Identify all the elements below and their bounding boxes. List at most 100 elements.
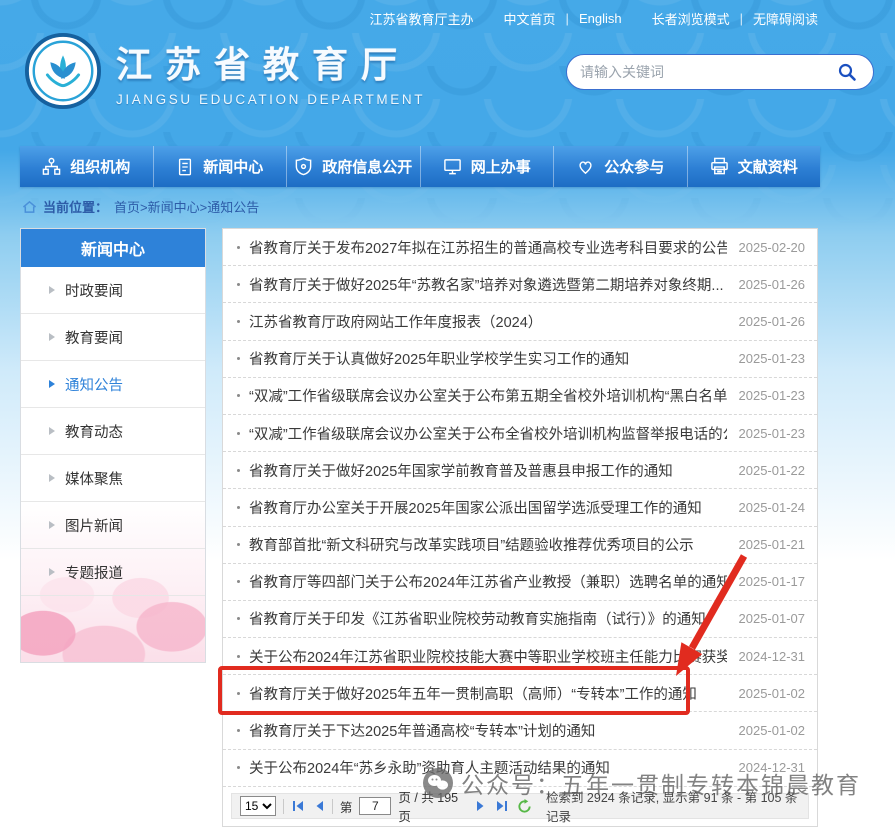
notice-title[interactable]: “双减”工作省级联席会议办公室关于公布第五期全省校外培训机构“黑白名单... xyxy=(249,385,727,406)
accessibility-link[interactable]: 无障碍阅读 xyxy=(753,9,818,28)
list-item[interactable]: 省教育厅关于下达2025年普通高校“专转本”计划的通知 2025-01-02 xyxy=(223,712,817,749)
notice-title[interactable]: 省教育厅关于印发《江苏省职业院校劳动教育实施指南（试行）》的通知 xyxy=(249,608,706,629)
bullet-icon xyxy=(237,729,240,732)
first-page-button[interactable] xyxy=(291,800,306,812)
list-item[interactable]: “双减”工作省级联席会议办公室关于公布全省校外培训机构监督举报电话的公... 2… xyxy=(223,415,817,452)
notice-title[interactable]: 关于公布2024年江苏省职业院校技能大赛中等职业学校班主任能力比赛获奖 xyxy=(249,646,727,667)
list-item[interactable]: 江苏省教育厅政府网站工作年度报表（2024） 2025-01-26 xyxy=(223,303,817,340)
list-item[interactable]: 省教育厅关于认真做好2025年职业学校学生实习工作的通知 2025-01-23 xyxy=(223,341,817,378)
info-disclosure-icon xyxy=(294,157,313,176)
list-item[interactable]: 省教育厅关于发布2027年拟在江苏招生的普通高校专业选考科目要求的公告 2025… xyxy=(223,229,817,266)
bullet-icon xyxy=(237,617,240,620)
site-logo-block: 江苏省教育厅 JIANGSU EDUCATION DEPARTMENT xyxy=(24,32,425,110)
list-item[interactable]: 关于公布2024年“苏乡永助”资助育人主题活动结果的通知 2024-12-31 xyxy=(223,750,817,787)
notice-title[interactable]: 省教育厅关于发布2027年拟在江苏招生的普通高校专业选考科目要求的公告 xyxy=(249,237,727,258)
bullet-icon xyxy=(237,357,240,360)
sidebar-item-label: 时政要闻 xyxy=(65,280,123,301)
page-size-select[interactable]: 15 xyxy=(240,796,276,816)
nav-label: 网上办事 xyxy=(471,156,531,177)
result-summary: 检索到 2924 条记录, 显示第 91 条 - 第 105 条记录 xyxy=(546,787,800,825)
last-page-button[interactable] xyxy=(494,800,509,812)
notice-title[interactable]: 关于公布2024年“苏乡永助”资助育人主题活动结果的通知 xyxy=(249,757,610,778)
list-item[interactable]: 省教育厅办公室关于开展2025年国家公派出国留学选派受理工作的通知 2025-0… xyxy=(223,489,817,526)
archive-printer-icon xyxy=(710,157,729,176)
sidebar-item[interactable]: 通知公告 xyxy=(21,361,205,408)
next-page-button[interactable] xyxy=(475,800,487,812)
list-item[interactable]: 省教育厅关于印发《江苏省职业院校劳动教育实施指南（试行）》的通知 2025-01… xyxy=(223,601,817,638)
page-number-input[interactable] xyxy=(359,797,391,815)
home-icon xyxy=(22,200,37,214)
notice-title[interactable]: 省教育厅关于做好2025年“苏教名家”培养对象遴选暨第二期培养对象终期... xyxy=(249,274,724,295)
chinese-home-link[interactable]: 中文首页 xyxy=(504,9,556,28)
nav-item-online-services[interactable]: 网上办事 xyxy=(421,146,555,187)
list-item[interactable]: 关于公布2024年江苏省职业院校技能大赛中等职业学校班主任能力比赛获奖 2024… xyxy=(223,638,817,675)
heart-icon xyxy=(576,157,595,176)
bullet-icon xyxy=(237,543,240,546)
elder-mode-link[interactable]: 长者浏览模式 xyxy=(652,9,730,28)
bullet-icon xyxy=(237,506,240,509)
notice-title[interactable]: 省教育厅关于做好2025年国家学前教育普及普惠县申报工作的通知 xyxy=(249,460,673,481)
search-button[interactable] xyxy=(834,59,860,85)
sidebar-item[interactable]: 媒体聚焦 xyxy=(21,455,205,502)
sidebar-item[interactable]: 教育动态 xyxy=(21,408,205,455)
first-page-icon xyxy=(292,800,305,812)
page-prefix-label: 第 xyxy=(340,797,353,816)
sidebar-news-center: 新闻中心 时政要闻 教育要闻 通知公告 xyxy=(20,228,206,663)
notice-title[interactable]: 省教育厅关于做好2025年五年一贯制高职（高师）“专转本”工作的通知 xyxy=(249,683,697,704)
list-item[interactable]: “双减”工作省级联席会议办公室关于公布第五期全省校外培训机构“黑白名单... 2… xyxy=(223,378,817,415)
triangle-bullet-icon xyxy=(49,286,55,294)
nav-label: 文献资料 xyxy=(738,156,798,177)
list-item[interactable]: 省教育厅关于做好2025年五年一贯制高职（高师）“专转本”工作的通知 2025-… xyxy=(223,675,817,712)
notice-title[interactable]: 省教育厅关于认真做好2025年职业学校学生实习工作的通知 xyxy=(249,348,629,369)
search-input[interactable] xyxy=(580,64,834,80)
bullet-icon xyxy=(237,655,240,658)
breadcrumb-path[interactable]: 首页>新闻中心>通知公告 xyxy=(114,197,259,216)
nav-label: 公众参与 xyxy=(604,156,664,177)
sidebar-item[interactable]: 时政要闻 xyxy=(21,267,205,314)
list-item[interactable]: 教育部首批“新文科研究与改革实践项目”结题验收推荐优秀项目的公示 2025-01… xyxy=(223,527,817,564)
list-item[interactable]: 省教育厅关于做好2025年“苏教名家”培养对象遴选暨第二期培养对象终期... 2… xyxy=(223,266,817,303)
sidebar-item[interactable]: 专题报道 xyxy=(21,549,205,596)
org-chart-icon xyxy=(42,157,61,176)
nav-item-organization[interactable]: 组织机构 xyxy=(20,146,154,187)
notice-title[interactable]: 教育部首批“新文科研究与改革实践项目”结题验收推荐优秀项目的公示 xyxy=(249,534,694,555)
nav-item-public-participation[interactable]: 公众参与 xyxy=(554,146,688,187)
nav-item-news-center[interactable]: 新闻中心 xyxy=(154,146,288,187)
sidebar-item-label: 教育要闻 xyxy=(65,327,123,348)
sidebar-item-label: 图片新闻 xyxy=(65,515,123,536)
sidebar-item[interactable]: 图片新闻 xyxy=(21,502,205,549)
sidebar-item[interactable]: 教育要闻 xyxy=(21,314,205,361)
sidebar-menu: 时政要闻 教育要闻 通知公告 教育动态 xyxy=(21,267,205,596)
bullet-icon xyxy=(237,580,240,583)
nav-item-documents[interactable]: 文献资料 xyxy=(688,146,821,187)
notice-title[interactable]: “双减”工作省级联席会议办公室关于公布全省校外培训机构监督举报电话的公... xyxy=(249,423,727,444)
bullet-icon xyxy=(237,394,240,397)
top-utility-bar: 江苏省教育厅主办 中文首页 | English 长者浏览模式 | 无障碍阅读 xyxy=(370,9,818,28)
nav-label: 政府信息公开 xyxy=(322,156,412,177)
notice-title[interactable]: 省教育厅等四部门关于公布2024年江苏省产业教授（兼职）选聘名单的通知 xyxy=(249,571,727,592)
list-item[interactable]: 省教育厅关于做好2025年国家学前教育普及普惠县申报工作的通知 2025-01-… xyxy=(223,452,817,489)
notice-title[interactable]: 江苏省教育厅政府网站工作年度报表（2024） xyxy=(249,311,542,332)
page: 江苏省教育厅主办 中文首页 | English 长者浏览模式 | 无障碍阅读 江… xyxy=(0,0,895,833)
nav-label: 组织机构 xyxy=(70,156,130,177)
triangle-bullet-icon xyxy=(49,568,55,576)
sidebar-title: 新闻中心 xyxy=(21,229,205,267)
list-item[interactable]: 省教育厅等四部门关于公布2024年江苏省产业教授（兼职）选聘名单的通知 2025… xyxy=(223,564,817,601)
notice-title[interactable]: 省教育厅办公室关于开展2025年国家公派出国留学选派受理工作的通知 xyxy=(249,497,702,518)
divider: | xyxy=(566,11,569,26)
host-link[interactable]: 江苏省教育厅主办 xyxy=(370,9,474,28)
search-icon xyxy=(837,62,857,82)
department-seal-icon xyxy=(24,32,102,110)
english-link[interactable]: English xyxy=(579,11,622,26)
prev-page-button[interactable] xyxy=(313,800,325,812)
pagination-bar: 15 第 页 / 共 195 页 xyxy=(223,787,817,826)
notice-date: 2025-01-26 xyxy=(727,277,806,292)
notice-date: 2025-01-21 xyxy=(727,537,806,552)
refresh-button[interactable] xyxy=(516,799,533,814)
notice-date: 2025-01-23 xyxy=(727,388,806,403)
bullet-icon xyxy=(237,283,240,286)
sidebar-item-label: 专题报道 xyxy=(65,562,123,583)
nav-item-gov-info-disclosure[interactable]: 政府信息公开 xyxy=(287,146,421,187)
triangle-bullet-icon xyxy=(49,333,55,341)
notice-title[interactable]: 省教育厅关于下达2025年普通高校“专转本”计划的通知 xyxy=(249,720,595,741)
